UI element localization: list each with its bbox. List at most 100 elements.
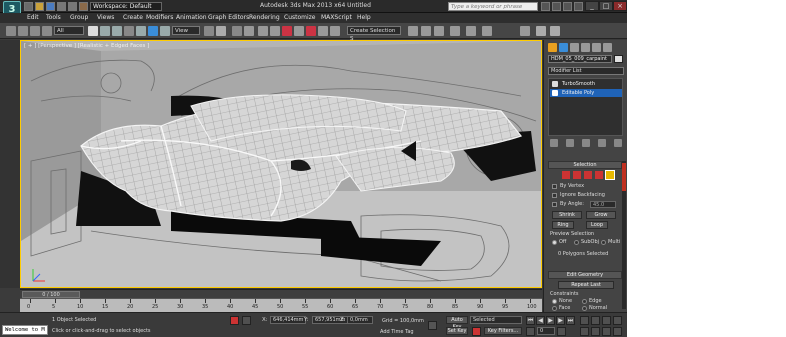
make-unique-icon[interactable]: [582, 139, 590, 147]
add-time-tag[interactable]: Add Time Tag: [380, 329, 414, 335]
lock-selection-icon[interactable]: [230, 316, 239, 325]
select-and-rotate-icon[interactable]: [148, 26, 158, 36]
edit-named-selection-icon[interactable]: [294, 26, 304, 36]
workspace-dropdown[interactable]: Workspace: Default: [90, 2, 162, 11]
x-coord-field[interactable]: 646,414mm: [270, 316, 306, 324]
percent-snap-icon[interactable]: [270, 26, 280, 36]
select-object-icon[interactable]: [88, 26, 98, 36]
reference-coordinate-dropdown[interactable]: View: [172, 26, 200, 35]
rendered-frame-window-icon[interactable]: [482, 26, 492, 36]
redo-icon[interactable]: [68, 2, 77, 11]
menu-help[interactable]: Help: [357, 14, 371, 21]
window-crossing-icon[interactable]: [124, 26, 134, 36]
track-bar[interactable]: 0 5 10 15 20 25 30 35 40 45 50 55 60 65 70 75 80 85 90 95 10…: [20, 298, 542, 312]
curve-editor-icon[interactable]: [421, 26, 431, 36]
isolate-selection-icon[interactable]: [242, 316, 251, 325]
pan-view-icon[interactable]: [591, 327, 600, 336]
loop-button[interactable]: Loop: [586, 221, 608, 229]
subscription-icon[interactable]: [552, 2, 561, 11]
snaps-toggle-icon[interactable]: [244, 26, 254, 36]
grow-button[interactable]: Grow: [586, 211, 616, 219]
graphite-toggle-icon[interactable]: [408, 26, 418, 36]
render-production-icon[interactable]: [520, 26, 530, 36]
current-frame-field[interactable]: 0: [537, 327, 555, 335]
menu-animation[interactable]: Animation: [176, 14, 207, 21]
ring-button[interactable]: Ring: [552, 221, 574, 229]
remove-modifier-icon[interactable]: [598, 139, 606, 147]
new-file-icon[interactable]: [24, 2, 33, 11]
object-name-field[interactable]: HDM_05_009_carpaint: [548, 55, 612, 63]
maximize-viewport-icon[interactable]: [613, 327, 622, 336]
pivot-center-icon[interactable]: [204, 26, 214, 36]
time-slider[interactable]: 0 / 100: [20, 289, 542, 298]
repeat-last-button[interactable]: Repeat Last: [558, 281, 614, 289]
manipulate-icon[interactable]: [216, 26, 226, 36]
ignore-backfacing-checkbox[interactable]: [552, 193, 557, 198]
layer-manager-icon[interactable]: [330, 26, 340, 36]
undo-toolbar-icon[interactable]: [6, 26, 16, 36]
by-vertex-checkbox[interactable]: [552, 184, 557, 189]
configure-sets-icon[interactable]: [614, 139, 622, 147]
menu-maxscript[interactable]: MAXScript: [321, 14, 352, 21]
search-input[interactable]: Type a keyword or phrase: [448, 2, 538, 11]
create-tab-icon[interactable]: [548, 43, 557, 52]
constraint-edge-radio[interactable]: [582, 299, 587, 304]
spinner-snap-icon[interactable]: [282, 26, 292, 36]
by-angle-spinner[interactable]: 45.0: [590, 201, 616, 208]
set-keys-icon[interactable]: [472, 327, 481, 336]
display-tab-icon[interactable]: [592, 43, 601, 52]
constraint-none-radio[interactable]: [552, 299, 557, 304]
by-angle-checkbox[interactable]: [552, 202, 557, 207]
zoom-extents-all-icon[interactable]: [613, 316, 622, 325]
maximize-button[interactable]: □: [599, 1, 613, 11]
go-to-end-icon[interactable]: ⏭: [566, 316, 575, 325]
modifier-list-dropdown[interactable]: Modifier List: [548, 67, 624, 75]
show-end-result-icon[interactable]: [566, 139, 574, 147]
border-mode-icon[interactable]: [584, 171, 592, 179]
align-icon[interactable]: [318, 26, 328, 36]
go-to-start-icon[interactable]: ⏮: [526, 316, 535, 325]
next-frame-icon[interactable]: ▶: [556, 316, 565, 325]
rectangular-selection-icon[interactable]: [112, 26, 122, 36]
pin-stack-icon[interactable]: [550, 139, 558, 147]
select-and-link-icon[interactable]: [18, 26, 28, 36]
menu-group[interactable]: Group: [70, 14, 88, 21]
hierarchy-tab-icon[interactable]: [570, 43, 579, 52]
menu-graph-editors[interactable]: Graph Editors: [208, 14, 249, 21]
preview-subobj-radio[interactable]: [574, 240, 579, 245]
render-iterative-icon[interactable]: [536, 26, 546, 36]
constraint-face-radio[interactable]: [552, 306, 557, 311]
zoom-icon[interactable]: [580, 316, 589, 325]
field-of-view-icon[interactable]: [580, 327, 589, 336]
menu-views[interactable]: Views: [97, 14, 114, 21]
open-file-icon[interactable]: [35, 2, 44, 11]
named-selection-set-dropdown[interactable]: Create Selection S: [347, 26, 401, 42]
minimize-button[interactable]: _: [585, 1, 599, 11]
set-key-button[interactable]: Set Key: [446, 327, 468, 335]
preview-off-radio[interactable]: [552, 240, 557, 245]
communication-center-icon[interactable]: [563, 2, 572, 11]
keyboard-shortcut-override-icon[interactable]: [232, 26, 242, 36]
select-and-move-icon[interactable]: [136, 26, 146, 36]
menu-tools[interactable]: Tools: [46, 14, 61, 21]
stack-item-turbosmooth[interactable]: TurboSmooth: [550, 80, 622, 88]
selection-rollout-header[interactable]: Selection: [548, 161, 622, 169]
vertex-mode-icon[interactable]: [562, 171, 570, 179]
close-button[interactable]: ×: [613, 1, 627, 11]
element-mode-icon[interactable]: [605, 170, 615, 180]
shrink-button[interactable]: Shrink: [552, 211, 582, 219]
maxscript-listener-input[interactable]: Welcome to M: [2, 325, 48, 335]
modify-tab-icon[interactable]: [559, 43, 568, 52]
selection-filter-dropdown[interactable]: All: [54, 26, 84, 35]
mirror-icon[interactable]: [306, 26, 316, 36]
material-editor-icon[interactable]: [450, 26, 460, 36]
edit-geometry-rollout-header[interactable]: Edit Geometry: [548, 271, 622, 279]
viewport-label[interactable]: [ + ] [Perspective ] [Realistic + Edged …: [24, 43, 149, 49]
help-icon[interactable]: [574, 2, 583, 11]
auto-key-button[interactable]: Auto Key: [446, 316, 468, 330]
time-slider-thumb[interactable]: 0 / 100: [22, 291, 80, 298]
object-color-swatch[interactable]: [614, 55, 623, 63]
menu-edit[interactable]: Edit: [27, 14, 39, 21]
constraint-normal-radio[interactable]: [582, 306, 587, 311]
zoom-extents-icon[interactable]: [602, 316, 611, 325]
